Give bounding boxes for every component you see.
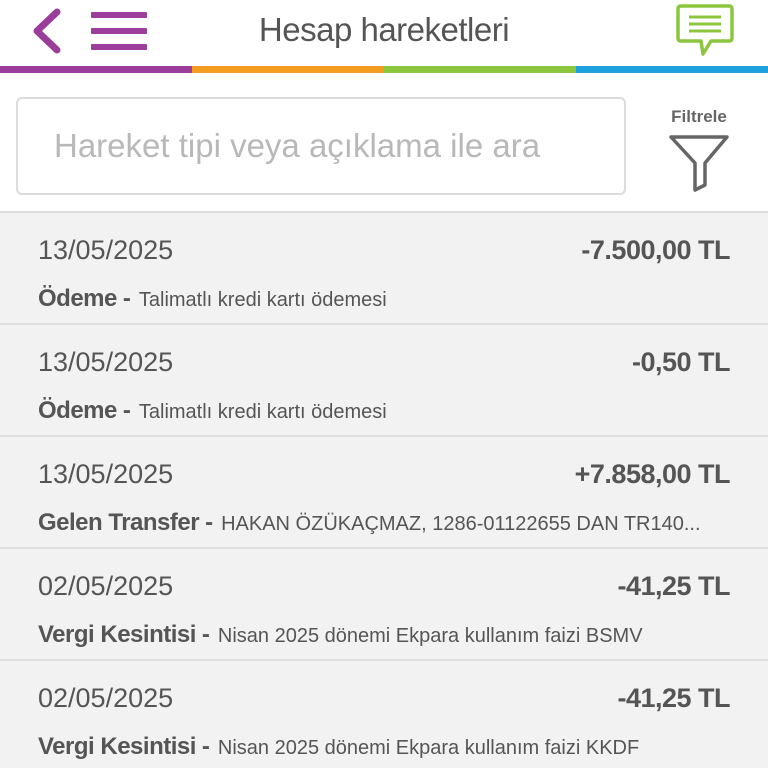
transaction-amount: +7.858,00 TL	[574, 459, 731, 489]
transaction-description-line: Vergi Kesintisi - Nisan 2025 dönemi Ekpara…	[38, 733, 738, 761]
transaction-amount: -41,25 TL	[617, 571, 730, 601]
separator: -	[122, 285, 131, 312]
transaction-description: Nisan 2025 dönemi Ekpara kullanım faizi …	[217, 625, 643, 647]
chat-button[interactable]	[672, 0, 738, 60]
brand-color-bar	[0, 66, 768, 73]
transaction-description-line: Ödeme - Talimatlı kredi kartı ödemesi	[38, 397, 738, 425]
transaction-date: 13/05/2025	[38, 459, 174, 489]
transaction-description: HAKAN ÖZÜKAÇMAZ, 1286-01122655 DAN TR140…	[221, 513, 701, 535]
back-button[interactable]	[26, 6, 66, 56]
separator: -	[205, 509, 214, 536]
transaction-date: 13/05/2025	[38, 235, 174, 265]
transaction-row[interactable]: 13/05/2025 +7.858,00 TL Gelen Transfer - H…	[0, 435, 768, 547]
funnel-icon	[669, 135, 729, 192]
transaction-type: Gelen Transfer	[38, 509, 200, 536]
search-area: Filtrele	[0, 73, 768, 211]
color-bar-segment-green	[384, 66, 576, 73]
filter-button[interactable]: Filtrele	[664, 107, 734, 192]
hamburger-menu-icon	[91, 12, 147, 50]
transaction-description: Talimatlı kredi kartı ödemesi	[138, 401, 387, 423]
separator: -	[122, 397, 131, 424]
chevron-left-icon	[33, 8, 61, 54]
transaction-description: Talimatlı kredi kartı ödemesi	[138, 289, 387, 311]
transaction-type: Ödeme	[38, 397, 117, 424]
transaction-description-line: Vergi Kesintisi - Nisan 2025 dönemi Ekpara…	[38, 621, 738, 649]
color-bar-segment-orange	[192, 66, 384, 73]
transaction-row[interactable]: 02/05/2025 -41,25 TL Vergi Kesintisi - Nis…	[0, 547, 768, 659]
transaction-description: Nisan 2025 dönemi Ekpara kullanım faizi …	[217, 737, 640, 759]
page-title: Hesap hareketleri	[258, 11, 510, 48]
transaction-type: Ödeme	[38, 285, 117, 312]
color-bar-segment-purple	[0, 66, 192, 73]
transaction-description-line: Gelen Transfer - HAKAN ÖZÜKAÇMAZ, 1286-011…	[38, 509, 738, 537]
transaction-amount: -0,50 TL	[631, 347, 731, 377]
transaction-type: Vergi Kesintisi	[38, 733, 196, 760]
filter-label: Filtrele	[671, 107, 727, 126]
transaction-type: Vergi Kesintisi	[38, 621, 196, 648]
transaction-date: 02/05/2025	[38, 683, 174, 713]
transaction-amount: -7.500,00 TL	[581, 235, 730, 265]
menu-button[interactable]	[86, 6, 152, 56]
app-header: Hesap hareketleri	[0, 0, 768, 66]
transaction-date: 02/05/2025	[38, 571, 174, 601]
transaction-description-line: Ödeme - Talimatlı kredi kartı ödemesi	[38, 285, 738, 313]
search-input[interactable]	[16, 97, 626, 195]
chat-bubble-icon	[676, 4, 734, 56]
separator: -	[201, 621, 210, 648]
color-bar-segment-blue	[576, 66, 768, 73]
separator: -	[201, 733, 210, 760]
transaction-date: 13/05/2025	[38, 347, 174, 377]
transaction-row[interactable]: 13/05/2025 -7.500,00 TL Ödeme - Talimatlı …	[0, 211, 768, 323]
transaction-row[interactable]: 13/05/2025 -0,50 TL Ödeme - Talimatlı kred…	[0, 323, 768, 435]
transaction-amount: -41,25 TL	[617, 683, 730, 713]
transaction-row[interactable]: 02/05/2025 -41,25 TL Vergi Kesintisi - Nis…	[0, 659, 768, 768]
transaction-list: 13/05/2025 -7.500,00 TL Ödeme - Talimatlı …	[0, 211, 768, 768]
